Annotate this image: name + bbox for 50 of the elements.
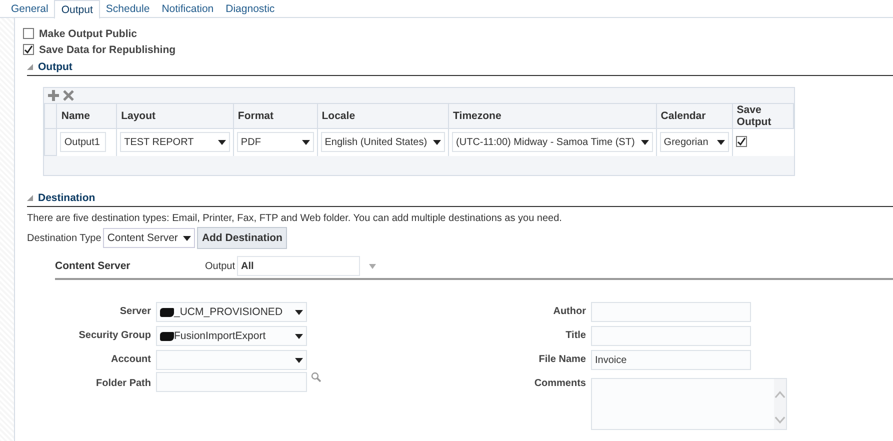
subsection-title: Content Server — [55, 260, 132, 272]
checkbox[interactable] — [23, 44, 34, 55]
field-label: Security Group — [78, 329, 152, 343]
field-label: Folder Path — [94, 377, 152, 391]
layout-select[interactable]: TEST REPORT — [120, 132, 230, 152]
section-title: Destination — [38, 192, 96, 204]
tab[interactable]: Schedule — [100, 0, 156, 17]
column-header: Locale — [317, 104, 449, 128]
section-title: Output — [38, 60, 72, 72]
input-field[interactable] — [156, 372, 307, 392]
column-header: Layout — [116, 104, 234, 128]
collapse-triangle-icon[interactable] — [27, 194, 33, 200]
input-field[interactable] — [591, 326, 751, 346]
input-field[interactable] — [591, 302, 751, 322]
calendar-select[interactable]: Gregorian — [660, 132, 729, 152]
tab[interactable]: General — [5, 0, 54, 17]
output-select[interactable]: All — [237, 256, 360, 276]
destination-type-select[interactable]: Content Server — [103, 228, 195, 248]
checkbox[interactable] — [736, 136, 747, 147]
field-label: Account — [110, 353, 152, 367]
tab[interactable]: Notification — [156, 0, 220, 17]
checkbox-label: Make Output Public — [39, 28, 138, 40]
format-select[interactable]: PDF — [236, 132, 314, 152]
tab[interactable]: Output — [54, 0, 100, 19]
add-icon[interactable] — [48, 90, 59, 101]
dropdown-caret-icon[interactable] — [369, 264, 376, 268]
field-label: Title — [564, 329, 587, 343]
field-label: Output — [205, 260, 236, 272]
scrollbar-arrows-icon[interactable] — [774, 379, 786, 429]
search-icon[interactable] — [311, 372, 321, 382]
field-label: Server — [118, 305, 152, 319]
input-field[interactable]: Invoice — [591, 350, 751, 370]
field-label: File Name — [538, 353, 587, 367]
collapse-triangle-icon[interactable] — [27, 64, 33, 70]
add-destination-button[interactable]: Add Destination — [196, 227, 288, 249]
select-field[interactable]: _UCM_PROVISIONED — [156, 302, 307, 322]
field-label: Author — [552, 305, 587, 319]
timezone-select[interactable]: (UTC-11:00) Midway - Samoa Time (ST) — [452, 132, 653, 152]
column-header: Timezone — [448, 104, 656, 128]
field-label: Destination Type — [27, 232, 102, 244]
checkbox-label: Save Data for Republishing — [39, 44, 176, 56]
locale-select[interactable]: English (United States) — [320, 132, 446, 152]
select-field[interactable] — [156, 350, 307, 370]
tab[interactable]: Diagnostic — [220, 0, 281, 17]
field-label: Comments — [533, 377, 587, 391]
description-text: There are five destination types: Email, Printer, Fax, FTP and Web folder. You can add multiple destinations as you need. — [27, 213, 563, 224]
name-field[interactable]: Output1 — [60, 132, 106, 152]
delete-icon[interactable] — [63, 90, 74, 101]
checkbox[interactable] — [23, 28, 34, 39]
select-field[interactable]: FusionImportExport — [156, 326, 307, 346]
